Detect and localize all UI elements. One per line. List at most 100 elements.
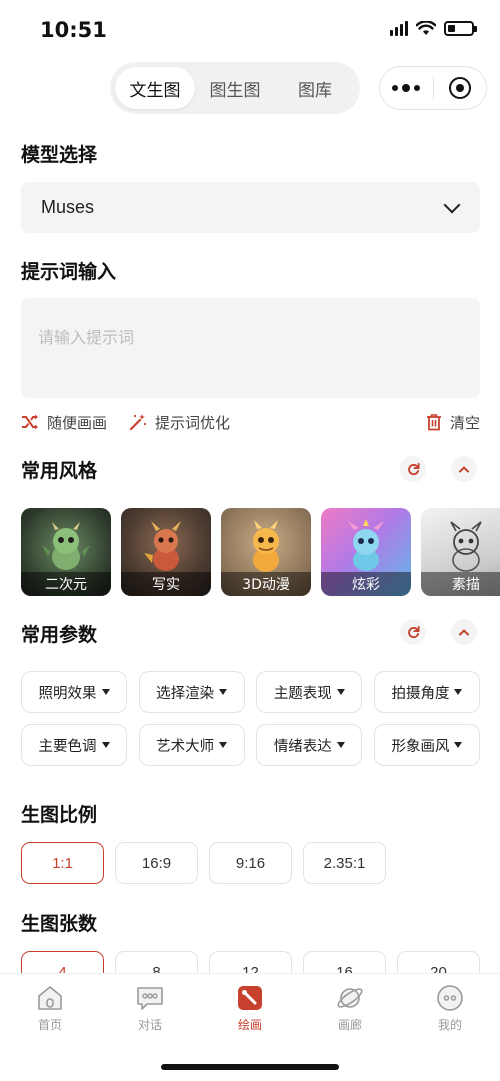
- tab-gallery[interactable]: 图库: [275, 67, 355, 109]
- ratio-option-16-9[interactable]: 16:9: [115, 842, 198, 884]
- shuffle-icon: [22, 414, 38, 430]
- param-label: 主要色调: [38, 738, 97, 755]
- ratio-option-9-16[interactable]: 9:16: [209, 842, 292, 884]
- model-select[interactable]: Muses: [21, 182, 480, 233]
- nav-label-home: 首页: [37, 1018, 62, 1032]
- caret-down-icon: [454, 689, 463, 695]
- chevron-down-icon: [443, 196, 461, 213]
- count-heading: 生图张数: [21, 913, 98, 935]
- home-indicator: [161, 1064, 339, 1070]
- more-dots-icon: [392, 84, 421, 92]
- prompt-input[interactable]: [21, 298, 480, 398]
- param-theme-dropdown[interactable]: 主题表现: [256, 671, 363, 713]
- ratio-option-1-1[interactable]: 1:1: [21, 842, 104, 884]
- collapse-params-button[interactable]: [451, 619, 477, 645]
- nav-item-chat[interactable]: 对话: [110, 984, 190, 1033]
- status-time: 10:51: [40, 18, 107, 42]
- model-selected-value: Muses: [41, 197, 95, 217]
- style-label-sketch: 素描: [421, 572, 500, 596]
- param-label: 选择渲染: [156, 685, 215, 702]
- param-render-dropdown[interactable]: 选择渲染: [138, 671, 245, 713]
- home-icon: [36, 984, 64, 1012]
- nav-item-profile[interactable]: 我的: [410, 984, 490, 1033]
- dragon-thumbnail-icon: [42, 521, 90, 570]
- nav-item-home[interactable]: 首页: [10, 984, 90, 1033]
- mode-tabs: 文生图 图生图 图库: [110, 62, 360, 114]
- param-emotion-dropdown[interactable]: 情绪表达: [256, 724, 363, 766]
- target-icon: [448, 77, 471, 99]
- refresh-icon: [407, 462, 420, 475]
- caret-down-icon: [101, 742, 110, 748]
- param-label: 形象画风: [391, 738, 450, 755]
- param-lighting-dropdown[interactable]: 照明效果: [21, 671, 127, 713]
- dragon-thumbnail-icon: [450, 521, 482, 572]
- style-card-anime[interactable]: 二次元: [21, 508, 111, 596]
- params-row-1: 照明效果 选择渲染 主题表现 拍摄角度: [21, 671, 480, 713]
- nav-item-gallery[interactable]: 画廊: [310, 984, 390, 1033]
- param-main-tone-dropdown[interactable]: 主要色调: [21, 724, 127, 766]
- tab-image-to-image[interactable]: 图生图: [195, 67, 275, 109]
- caret-down-icon: [454, 742, 463, 748]
- trash-icon: [426, 414, 441, 431]
- random-draw-label: 随便画画: [47, 413, 108, 432]
- style-card-sketch[interactable]: 素描: [421, 508, 500, 596]
- param-art-master-dropdown[interactable]: 艺术大师: [138, 724, 245, 766]
- chat-icon: [136, 984, 164, 1012]
- caret-down-icon: [336, 742, 345, 748]
- nav-label-profile: 我的: [437, 1018, 462, 1032]
- style-label-colorful: 炫彩: [321, 572, 411, 596]
- ratio-option-2-35-1[interactable]: 2.35:1: [303, 842, 386, 884]
- refresh-params-button[interactable]: [400, 619, 426, 645]
- param-label: 情绪表达: [273, 738, 332, 755]
- param-label: 照明效果: [38, 685, 97, 702]
- collapse-styles-button[interactable]: [451, 456, 477, 482]
- param-camera-angle-dropdown[interactable]: 拍摄角度: [373, 671, 480, 713]
- optimize-prompt-button[interactable]: 提示词优化: [129, 412, 230, 433]
- style-card-realistic[interactable]: 写实: [121, 508, 211, 596]
- param-label: 主题表现: [273, 685, 332, 702]
- chevron-up-icon: [459, 466, 469, 473]
- status-bar: 10:51: [0, 0, 500, 60]
- nav-label-gallery: 画廊: [337, 1018, 362, 1032]
- ratio-heading: 生图比例: [21, 804, 98, 826]
- random-draw-button[interactable]: 随便画画: [21, 412, 107, 433]
- dragon-thumbnail-icon: [348, 518, 384, 571]
- caret-down-icon: [219, 689, 228, 695]
- dragon-thumbnail-icon: [253, 519, 279, 572]
- param-label: 拍摄角度: [391, 685, 450, 702]
- signal-icon: [390, 20, 408, 36]
- more-button[interactable]: [380, 67, 433, 109]
- refresh-icon: [407, 625, 420, 638]
- battery-icon: [444, 20, 477, 36]
- close-miniprogram-button[interactable]: [434, 67, 487, 109]
- styles-heading: 常用风格: [21, 460, 98, 482]
- refresh-styles-button[interactable]: [400, 456, 426, 482]
- style-label-3d-anime: 3D动漫: [221, 572, 311, 596]
- style-card-colorful[interactable]: 炫彩: [321, 508, 411, 596]
- wifi-icon: [416, 20, 436, 35]
- chevron-up-icon: [459, 629, 469, 636]
- param-image-style-dropdown[interactable]: 形象画风: [373, 724, 480, 766]
- prompt-actions: 随便画画 提示词优化 清空: [21, 410, 480, 434]
- status-icons: [390, 20, 477, 36]
- nav-label-chat: 对话: [137, 1018, 162, 1032]
- caret-down-icon: [101, 689, 110, 695]
- dragon-thumbnail-icon: [144, 520, 181, 571]
- style-card-3d-anime[interactable]: 3D动漫: [221, 508, 311, 596]
- tab-text-to-image[interactable]: 文生图: [115, 67, 195, 109]
- magic-wand-icon: [129, 414, 147, 431]
- style-label-realistic: 写实: [121, 572, 211, 596]
- nav-item-paint[interactable]: 绘画: [210, 984, 290, 1033]
- caret-down-icon: [219, 742, 228, 748]
- styles-list: 二次元 写实 3D动漫 炫彩 素描: [21, 508, 500, 598]
- prompt-heading: 提示词输入: [21, 261, 117, 283]
- nav-label-paint: 绘画: [237, 1018, 262, 1032]
- ratio-options: 1:1 16:9 9:16 2.35:1: [21, 842, 386, 884]
- planet-icon: [336, 984, 364, 1012]
- clear-prompt-button[interactable]: 清空: [426, 412, 480, 433]
- clear-prompt-label: 清空: [449, 413, 480, 432]
- optimize-prompt-label: 提示词优化: [155, 413, 231, 432]
- params-heading: 常用参数: [21, 624, 98, 646]
- caret-down-icon: [336, 689, 345, 695]
- params-row-2: 主要色调 艺术大师 情绪表达 形象画风: [21, 724, 480, 766]
